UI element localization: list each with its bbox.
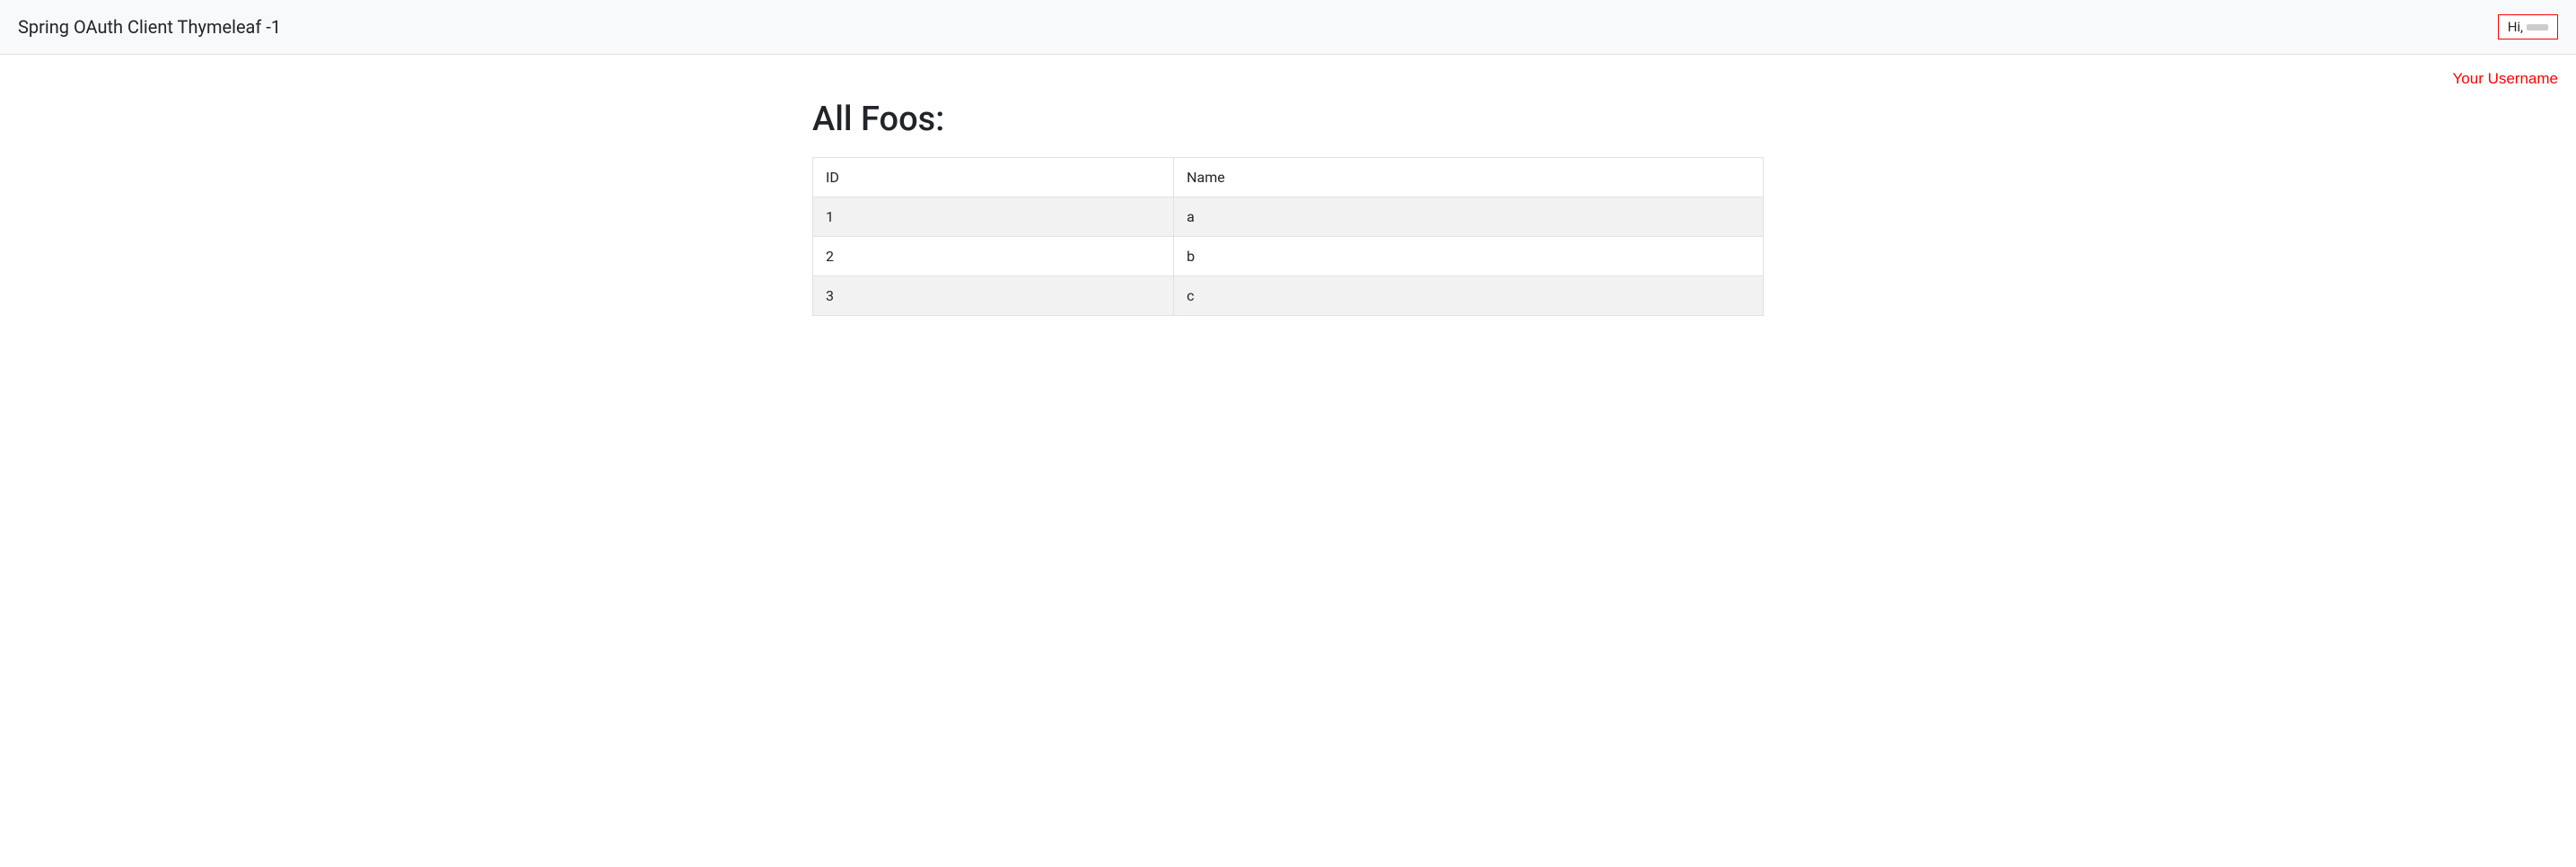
column-header-id: ID	[813, 158, 1174, 197]
navbar-brand[interactable]: Spring OAuth Client Thymeleaf -1	[18, 16, 281, 38]
cell-id: 3	[813, 276, 1174, 316]
cell-name: c	[1174, 276, 1764, 316]
table-row: 1 a	[813, 197, 1764, 237]
username-redacted	[2527, 24, 2548, 31]
greeting-prefix: Hi,	[2508, 19, 2523, 35]
table-header-row: ID Name	[813, 158, 1764, 197]
foos-table: ID Name 1 a 2 b 3 c	[812, 157, 1764, 316]
table-row: 2 b	[813, 237, 1764, 276]
table-row: 3 c	[813, 276, 1764, 316]
main-container: All Foos: ID Name 1 a 2 b 3 c	[794, 55, 1782, 334]
navbar: Spring OAuth Client Thymeleaf -1 Hi,	[0, 0, 2576, 55]
page-title: All Foos:	[812, 100, 1764, 139]
column-header-name: Name	[1174, 158, 1764, 197]
user-greeting-box: Hi,	[2498, 14, 2558, 39]
cell-name: b	[1174, 237, 1764, 276]
cell-name: a	[1174, 197, 1764, 237]
cell-id: 2	[813, 237, 1174, 276]
cell-id: 1	[813, 197, 1174, 237]
username-annotation-label: Your Username	[2453, 70, 2559, 88]
